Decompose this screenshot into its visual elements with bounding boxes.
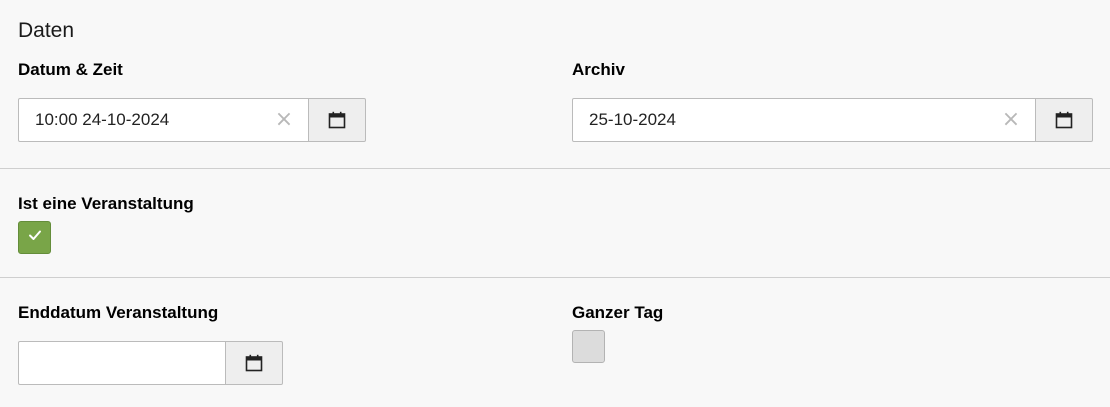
event-section: Ist eine Veranstaltung bbox=[0, 169, 1110, 278]
close-icon[interactable]: × bbox=[1001, 109, 1021, 131]
datetime-label: Datum & Zeit bbox=[18, 60, 123, 79]
archive-input-group: 25-10-2024 × bbox=[572, 98, 1093, 142]
event-end-section: Enddatum Veranstaltung Ganzer Tag bbox=[0, 278, 1110, 407]
is-event-checkbox[interactable] bbox=[18, 221, 51, 254]
event-end-input-group bbox=[18, 341, 283, 385]
datetime-calendar-button[interactable] bbox=[309, 98, 366, 142]
datetime-input[interactable]: 10:00 24-10-2024 × bbox=[18, 98, 309, 142]
archive-input[interactable]: 25-10-2024 × bbox=[572, 98, 1036, 142]
event-end-calendar-button[interactable] bbox=[226, 341, 283, 385]
dates-section: Daten Datum & Zeit 10:00 24-10-2024 × Ar… bbox=[0, 0, 1110, 169]
check-icon bbox=[27, 227, 43, 248]
datetime-input-group: 10:00 24-10-2024 × bbox=[18, 98, 366, 142]
full-day-label: Ganzer Tag bbox=[572, 303, 664, 322]
calendar-icon bbox=[1055, 111, 1073, 129]
is-event-label: Ist eine Veranstaltung bbox=[18, 194, 194, 213]
calendar-icon bbox=[328, 111, 346, 129]
section-legend: Daten bbox=[18, 19, 75, 42]
close-icon[interactable]: × bbox=[274, 109, 294, 131]
event-end-input[interactable] bbox=[18, 341, 226, 385]
calendar-icon bbox=[245, 354, 263, 372]
datetime-value: 10:00 24-10-2024 bbox=[35, 110, 170, 129]
archive-value: 25-10-2024 bbox=[589, 110, 676, 129]
archive-label: Archiv bbox=[572, 60, 625, 79]
event-end-label: Enddatum Veranstaltung bbox=[18, 303, 219, 322]
archive-calendar-button[interactable] bbox=[1036, 98, 1093, 142]
full-day-checkbox[interactable] bbox=[572, 330, 605, 363]
